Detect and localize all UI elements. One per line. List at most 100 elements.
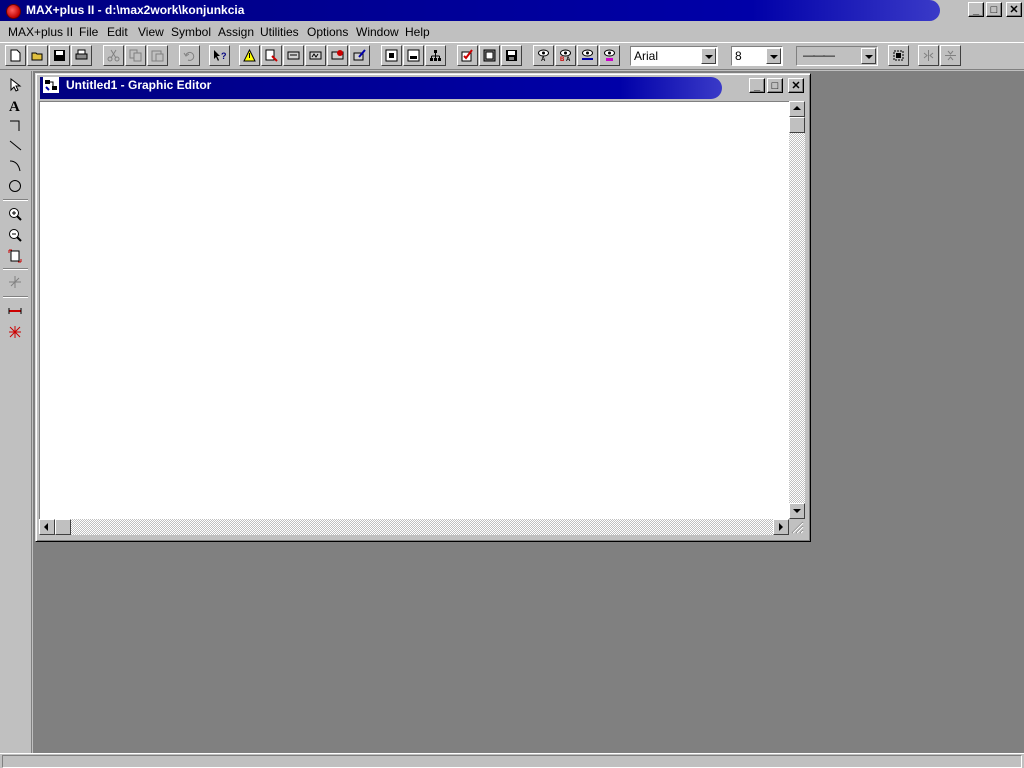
circle-icon — [9, 180, 21, 192]
menu-assign[interactable]: Assign — [218, 25, 254, 39]
fit-window-tool[interactable] — [4, 246, 27, 266]
diagonal-line-tool[interactable] — [4, 135, 27, 155]
graphic-editor-icon — [43, 77, 59, 93]
compiler-button[interactable] — [283, 45, 304, 66]
maximize-button[interactable]: □ — [986, 2, 1002, 17]
scroll-left-button[interactable] — [39, 519, 55, 535]
help-pointer-icon: ? — [214, 50, 226, 61]
menu-help[interactable]: Help — [405, 25, 430, 39]
editor-close-button[interactable]: ✕ — [788, 78, 804, 93]
editor-minimize-button[interactable]: _ — [749, 78, 765, 93]
text-tool-icon: A — [9, 99, 20, 112]
eye-a-button[interactable]: A — [533, 45, 554, 66]
editor-maximize-button[interactable]: □ — [767, 78, 783, 93]
chevron-down-icon[interactable] — [766, 48, 781, 64]
menu-symbol[interactable]: Symbol — [171, 25, 211, 39]
eye-ba-button[interactable]: BA — [555, 45, 576, 66]
size-grip[interactable] — [789, 519, 805, 535]
vertical-scroll-thumb[interactable] — [789, 117, 805, 133]
minimize-button[interactable]: _ — [968, 2, 984, 17]
flip-vertical-button[interactable] — [940, 45, 961, 66]
diagonal-line-icon — [9, 140, 22, 151]
svg-text:A: A — [541, 57, 546, 62]
close-button[interactable]: ✕ — [1006, 2, 1022, 17]
app-logo-icon[interactable] — [6, 4, 21, 19]
eye-pin-button[interactable] — [599, 45, 620, 66]
menu-options[interactable]: Options — [307, 25, 348, 39]
drawing-toolbox: A — [0, 71, 32, 753]
save-button[interactable] — [49, 45, 70, 66]
menu-view[interactable]: View — [138, 25, 164, 39]
compile-button[interactable] — [479, 45, 500, 66]
copy-button[interactable] — [125, 45, 146, 66]
hierarchy-button[interactable] — [261, 45, 282, 66]
floorplan-icon — [385, 49, 398, 62]
undo-button[interactable] — [179, 45, 200, 66]
simulator-button[interactable] — [305, 45, 326, 66]
selection-tool[interactable] — [4, 75, 27, 95]
circle-tool[interactable] — [4, 176, 27, 196]
scroll-up-button[interactable] — [789, 101, 805, 117]
new-button[interactable] — [5, 45, 26, 66]
menu-edit[interactable]: Edit — [107, 25, 128, 39]
scroll-right-button[interactable] — [773, 519, 789, 535]
font-combo[interactable]: Arial — [630, 46, 718, 66]
connect-tool[interactable] — [4, 272, 27, 292]
menu-maxplus[interactable]: MAX+plus II — [8, 25, 73, 39]
open-button[interactable] — [27, 45, 48, 66]
cut-button[interactable] — [103, 45, 124, 66]
selection-arrow-icon — [10, 78, 22, 92]
save-compile-button[interactable] — [501, 45, 522, 66]
main-toolbar: ? A BA Arial 8 ——— — [0, 42, 1024, 70]
warning-button[interactable] — [239, 45, 260, 66]
horizontal-scroll-thumb[interactable] — [55, 519, 71, 535]
rubberband-tool[interactable] — [4, 301, 27, 321]
orthogonal-line-icon — [10, 120, 20, 131]
eye-line-button[interactable] — [577, 45, 598, 66]
paste-button[interactable] — [147, 45, 168, 66]
print-icon — [75, 49, 88, 60]
symbol-snap-button[interactable] — [888, 45, 909, 66]
editor-title: Untitled1 - Graphic Editor — [66, 78, 212, 92]
drawing-canvas[interactable] — [39, 101, 790, 523]
menu-file[interactable]: File — [79, 25, 98, 39]
print-button[interactable] — [71, 45, 92, 66]
line-style-combo-value: ——— — [803, 48, 835, 62]
horizontal-scrollbar[interactable] — [39, 519, 789, 535]
compile-icon — [483, 49, 496, 62]
chevron-down-icon[interactable] — [861, 48, 876, 64]
zoom-out-tool[interactable] — [4, 225, 27, 245]
flip-horizontal-button[interactable] — [918, 45, 939, 66]
scroll-down-button[interactable] — [789, 503, 805, 519]
project-button[interactable] — [403, 45, 424, 66]
eye-pin-icon — [604, 49, 615, 61]
junction-tool[interactable] — [4, 322, 27, 342]
svg-text:A: A — [9, 99, 20, 112]
context-help-button[interactable]: ? — [209, 45, 230, 66]
menu-window[interactable]: Window — [356, 25, 399, 39]
check-button[interactable] — [457, 45, 478, 66]
timing-button[interactable] — [327, 45, 348, 66]
fit-window-icon — [8, 249, 22, 263]
vertical-scrollbar[interactable] — [789, 101, 805, 519]
flip-horizontal-icon — [923, 50, 934, 61]
programmer-button[interactable] — [349, 45, 370, 66]
hierarchy-tree-button[interactable] — [425, 45, 446, 66]
menu-utilities[interactable]: Utilities — [260, 25, 299, 39]
zoom-in-tool[interactable] — [4, 204, 27, 224]
new-icon — [10, 49, 21, 62]
graphic-editor-window[interactable]: Untitled1 - Graphic Editor _ □ ✕ — [35, 73, 811, 542]
size-combo[interactable]: 8 — [731, 46, 783, 66]
size-grip-icon — [791, 521, 804, 534]
chevron-down-icon[interactable] — [701, 48, 716, 64]
text-tool[interactable]: A — [4, 95, 27, 115]
floorplan-button[interactable] — [381, 45, 402, 66]
app-title-bar[interactable]: MAX+plus II - d:\max2work\konjunkcia _ □… — [0, 0, 1024, 21]
programmer-icon — [353, 49, 366, 61]
svg-text:A: A — [566, 57, 571, 62]
svg-text:?: ? — [221, 51, 226, 61]
orthogonal-line-tool[interactable] — [4, 115, 27, 135]
undo-icon — [183, 51, 195, 61]
arc-tool[interactable] — [4, 155, 27, 175]
line-style-combo[interactable]: ——— — [796, 46, 878, 66]
